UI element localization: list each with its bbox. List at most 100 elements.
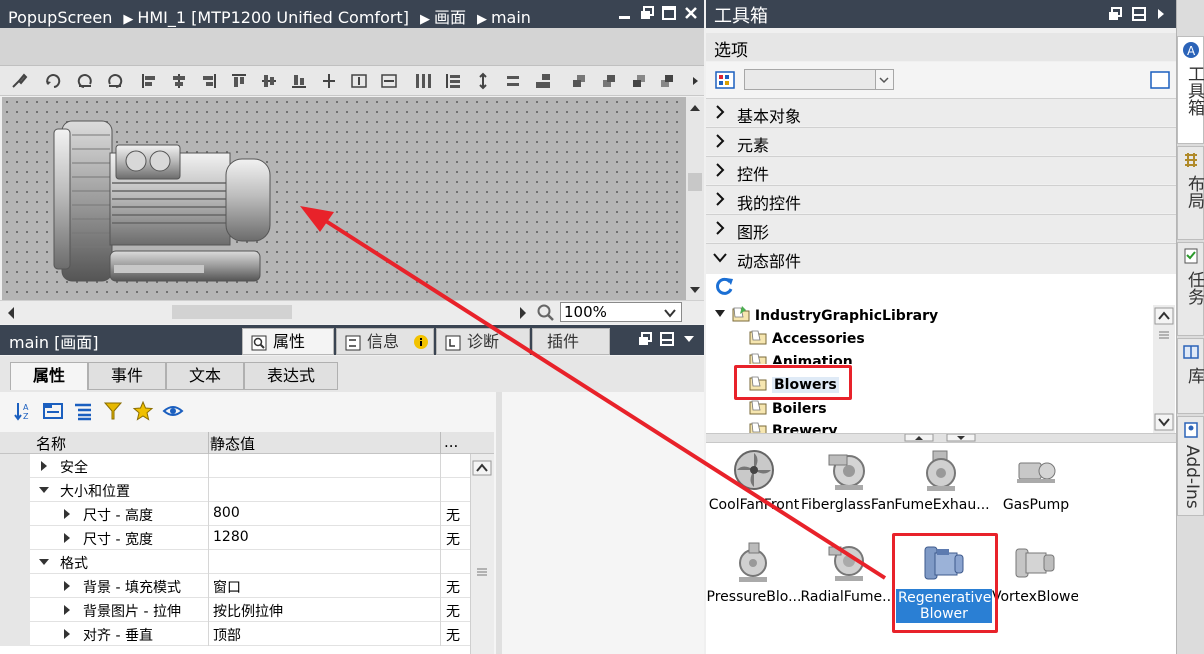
side-tab-toolbox[interactable]: A 工具箱 bbox=[1177, 36, 1204, 144]
gallery-item-gaspump[interactable]: GasPump bbox=[988, 447, 1084, 513]
center-cross-icon[interactable] bbox=[320, 72, 338, 90]
expand-icon[interactable] bbox=[64, 581, 70, 591]
tree-vertical-scrollbar[interactable] bbox=[1153, 305, 1175, 433]
regenerative-blower-graphic[interactable] bbox=[50, 115, 280, 295]
gallery-item-pressureblower[interactable]: PressureBlo... bbox=[706, 539, 802, 605]
splitter-up-icon[interactable] bbox=[904, 434, 934, 442]
category-graphics[interactable]: 图形 bbox=[706, 214, 1176, 242]
center-horizontal-icon[interactable] bbox=[350, 72, 368, 90]
table-row[interactable]: 背景 - 填充模式 窗口 无 bbox=[0, 574, 470, 598]
property-value[interactable]: 1280 bbox=[213, 529, 249, 545]
scroll-left-icon[interactable] bbox=[4, 303, 18, 323]
category-elements[interactable]: 元素 bbox=[706, 127, 1176, 155]
expand-icon[interactable] bbox=[64, 605, 70, 615]
side-tab-addins[interactable]: Add-Ins bbox=[1177, 416, 1204, 516]
property-value[interactable]: 按比例拉伸 bbox=[213, 601, 283, 621]
distribute-vertical-icon[interactable] bbox=[444, 72, 462, 90]
breadcrumb-item[interactable]: PopupScreen bbox=[8, 8, 112, 27]
tab-info[interactable]: 信息 bbox=[336, 328, 434, 355]
subtab-expressions[interactable]: 表达式 bbox=[244, 362, 338, 390]
close-icon[interactable] bbox=[684, 6, 698, 20]
distribute-horizontal-icon[interactable] bbox=[414, 72, 432, 90]
bring-forward-icon[interactable] bbox=[630, 72, 648, 90]
panel-layout-icon[interactable] bbox=[1132, 7, 1146, 21]
column-header-value[interactable]: 静态值 bbox=[210, 433, 255, 454]
gallery-item-fiberglassfan[interactable]: FiberglassFan bbox=[800, 447, 896, 513]
tab-properties[interactable]: 属性 bbox=[242, 328, 334, 355]
collapse-right-icon[interactable] bbox=[1156, 7, 1166, 21]
rotate-right-icon[interactable] bbox=[106, 72, 124, 90]
zoom-select[interactable]: 100% bbox=[560, 302, 682, 322]
align-left-icon[interactable] bbox=[140, 72, 158, 90]
collapse-icon[interactable] bbox=[39, 487, 49, 493]
expand-icon[interactable] bbox=[64, 629, 70, 639]
tab-diagnostics[interactable]: 诊断 bbox=[436, 328, 530, 355]
tab-plugins[interactable]: 插件 bbox=[532, 328, 610, 355]
paint-brush-icon[interactable] bbox=[10, 72, 28, 90]
gallery-item-fumeexhaust[interactable]: FumeExhau... bbox=[894, 447, 990, 513]
favorites-icon[interactable] bbox=[132, 400, 154, 422]
category-controls[interactable]: 控件 bbox=[706, 156, 1176, 184]
send-backward-icon[interactable] bbox=[658, 72, 676, 90]
property-value[interactable]: 窗口 bbox=[213, 577, 241, 597]
breadcrumb-item[interactable]: HMI_1 [MTP1200 Unified Comfort] bbox=[137, 8, 409, 27]
scroll-up-icon[interactable] bbox=[1153, 307, 1175, 325]
scroll-up-icon[interactable] bbox=[471, 460, 493, 476]
scroll-up-icon[interactable] bbox=[686, 101, 704, 115]
options-select[interactable] bbox=[744, 69, 894, 90]
splitter-down-icon[interactable] bbox=[946, 434, 976, 442]
collapse-panel-icon[interactable] bbox=[682, 332, 696, 346]
group-view-icon[interactable] bbox=[42, 400, 64, 422]
table-row[interactable]: 格式 bbox=[0, 550, 470, 574]
list-view-icon[interactable] bbox=[72, 400, 94, 422]
scroll-grip-icon[interactable] bbox=[471, 566, 493, 578]
subtab-events[interactable]: 事件 bbox=[88, 362, 166, 390]
category-dynamic-widgets[interactable]: 动态部件 bbox=[706, 243, 1176, 274]
scroll-down-icon[interactable] bbox=[1153, 413, 1175, 431]
view-mode-icon[interactable] bbox=[715, 71, 735, 89]
view-toggle-icon[interactable] bbox=[1150, 71, 1170, 89]
side-tab-layout[interactable]: 布局 bbox=[1177, 146, 1204, 240]
tree-node-brewery[interactable]: Brewery bbox=[748, 420, 838, 433]
table-row[interactable]: 尺寸 - 宽度 1280 无 bbox=[0, 526, 470, 550]
center-vertical-icon[interactable] bbox=[380, 72, 398, 90]
table-row[interactable]: 安全 bbox=[0, 454, 470, 478]
sort-alpha-icon[interactable]: AZ bbox=[12, 400, 34, 422]
column-header-more[interactable]: ... bbox=[444, 433, 458, 451]
align-middle-icon[interactable] bbox=[260, 72, 278, 90]
property-value[interactable]: 800 bbox=[213, 505, 240, 521]
breadcrumb-item[interactable]: 画面 bbox=[434, 8, 466, 27]
table-row[interactable]: 尺寸 - 高度 800 无 bbox=[0, 502, 470, 526]
scroll-grip-icon[interactable] bbox=[1153, 329, 1175, 343]
same-height-icon[interactable] bbox=[474, 72, 492, 90]
scroll-thumb[interactable] bbox=[688, 173, 702, 191]
align-right-icon[interactable] bbox=[200, 72, 218, 90]
gallery-item-vortexblower[interactable]: VortexBlower bbox=[992, 539, 1078, 605]
float-window-icon[interactable] bbox=[638, 332, 652, 346]
toolbar-more-icon[interactable] bbox=[690, 72, 700, 90]
zoom-icon[interactable] bbox=[536, 303, 556, 323]
table-row[interactable]: 背景图片 - 拉伸 按比例拉伸 无 bbox=[0, 598, 470, 622]
panel-layout-icon[interactable] bbox=[660, 332, 674, 346]
gallery-item-coolfanfront[interactable]: CoolFanFront bbox=[706, 447, 802, 513]
align-bottom-icon[interactable] bbox=[290, 72, 308, 90]
table-row[interactable]: 对齐 - 垂直 顶部 无 bbox=[0, 622, 470, 646]
category-basic-objects[interactable]: 基本对象 bbox=[706, 98, 1176, 126]
options-section-header[interactable]: 选项 bbox=[706, 33, 1176, 61]
send-to-back-icon[interactable] bbox=[600, 72, 618, 90]
refresh-icon[interactable] bbox=[714, 276, 736, 296]
tree-node-root[interactable]: IndustryGraphicLibrary bbox=[714, 305, 938, 324]
rotate-icon[interactable] bbox=[44, 72, 62, 90]
subtab-texts[interactable]: 文本 bbox=[166, 362, 244, 390]
collapse-icon[interactable] bbox=[39, 559, 49, 565]
expand-icon[interactable] bbox=[41, 461, 47, 471]
tree-node-animation[interactable]: Animation bbox=[748, 351, 853, 364]
scroll-thumb[interactable] bbox=[172, 305, 292, 319]
side-tab-libraries[interactable]: 库 bbox=[1177, 338, 1204, 414]
float-window-icon[interactable] bbox=[640, 6, 654, 20]
float-window-icon[interactable] bbox=[1108, 7, 1122, 21]
maximize-icon[interactable] bbox=[662, 6, 676, 20]
column-header-name[interactable]: 名称 bbox=[36, 433, 66, 454]
align-top-icon[interactable] bbox=[230, 72, 248, 90]
tree-node-boilers[interactable]: Boilers bbox=[748, 398, 827, 417]
